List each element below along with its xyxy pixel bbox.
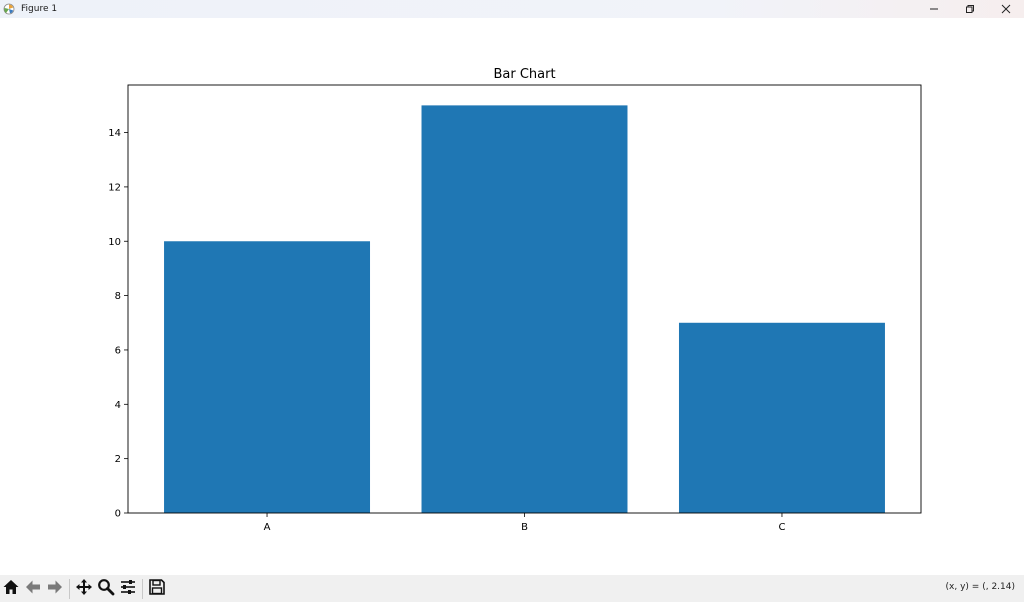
window-controls bbox=[916, 0, 1024, 18]
save-button[interactable] bbox=[146, 578, 168, 600]
home-button[interactable] bbox=[0, 578, 22, 600]
minimize-button[interactable] bbox=[916, 0, 952, 18]
y-tick-label: 2 bbox=[115, 454, 121, 465]
figure-window: Figure 1 Bar Chart 0 2 4 6 8 10 12 14 A … bbox=[0, 0, 1024, 602]
minimize-icon bbox=[929, 4, 939, 14]
sliders-icon bbox=[119, 578, 137, 600]
x-tick-label: A bbox=[264, 522, 271, 533]
configure-subplots-button[interactable] bbox=[117, 578, 139, 600]
y-tick-label: 6 bbox=[115, 345, 121, 356]
bar-chart: Bar Chart 0 2 4 6 8 10 12 14 A B C bbox=[108, 67, 922, 533]
bars-group bbox=[164, 105, 885, 513]
floppy-disk-icon bbox=[148, 578, 166, 600]
matplotlib-app-icon bbox=[3, 3, 15, 15]
back-button[interactable] bbox=[22, 578, 44, 600]
forward-button[interactable] bbox=[44, 578, 66, 600]
zoom-button[interactable] bbox=[95, 578, 117, 600]
close-button[interactable] bbox=[988, 0, 1024, 18]
title-bar: Figure 1 bbox=[0, 0, 1024, 18]
figure-canvas[interactable]: Bar Chart 0 2 4 6 8 10 12 14 A B C bbox=[0, 18, 1024, 575]
y-tick-label: 12 bbox=[108, 182, 121, 193]
bar-A bbox=[164, 241, 371, 513]
x-tick-label: C bbox=[778, 522, 785, 533]
pan-button[interactable] bbox=[73, 578, 95, 600]
toolbar-separator bbox=[69, 578, 70, 599]
y-tick-label: 0 bbox=[115, 509, 121, 520]
chart-title: Bar Chart bbox=[493, 67, 555, 82]
restore-button[interactable] bbox=[952, 0, 988, 18]
arrow-left-icon bbox=[24, 578, 42, 600]
coordinates-readout: (x, y) = (, 2.14) bbox=[945, 582, 1015, 592]
close-icon bbox=[1001, 4, 1011, 14]
x-axis-ticks: A B C bbox=[264, 513, 785, 533]
magnifier-icon bbox=[97, 578, 115, 600]
move-icon bbox=[75, 578, 93, 600]
y-axis-ticks: 0 2 4 6 8 10 12 14 bbox=[108, 128, 128, 520]
window-title: Figure 1 bbox=[21, 4, 58, 14]
toolbar-separator bbox=[142, 578, 143, 599]
home-icon bbox=[2, 578, 20, 600]
x-tick-label: B bbox=[521, 522, 528, 533]
arrow-right-icon bbox=[46, 578, 64, 600]
navigation-toolbar: (x, y) = (, 2.14) bbox=[0, 575, 1024, 602]
bar-C bbox=[678, 322, 885, 513]
y-tick-label: 14 bbox=[108, 128, 121, 139]
y-tick-label: 8 bbox=[115, 291, 121, 302]
bar-B bbox=[421, 105, 628, 513]
y-tick-label: 10 bbox=[108, 237, 121, 248]
y-tick-label: 4 bbox=[115, 400, 121, 411]
restore-icon bbox=[965, 4, 975, 14]
